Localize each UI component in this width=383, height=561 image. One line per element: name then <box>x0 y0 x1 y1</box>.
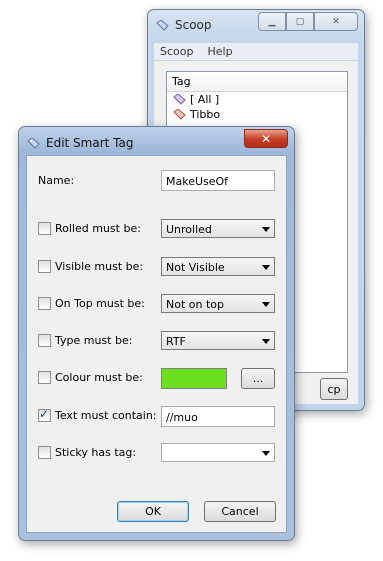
sticky-select[interactable] <box>161 443 275 462</box>
visible-row: Visible must be: Not Visible <box>27 257 286 279</box>
type-value: RTF <box>166 335 186 348</box>
colour-label: Colour must be: <box>55 371 143 384</box>
ok-button[interactable]: OK <box>117 501 189 522</box>
scoop-menubar: Scoop Help <box>154 43 358 60</box>
visible-checkbox[interactable] <box>38 260 51 273</box>
colour-picker-button[interactable]: ... <box>241 368 275 389</box>
chevron-down-icon <box>262 227 270 232</box>
type-checkbox[interactable] <box>38 334 51 347</box>
visible-label: Visible must be: <box>55 260 144 273</box>
tag-icon <box>173 94 186 105</box>
ontop-label: On Top must be: <box>55 297 145 310</box>
text-value: //muo <box>166 411 198 424</box>
text-checkbox[interactable] <box>38 407 51 422</box>
list-item[interactable]: Tibbo <box>167 107 347 122</box>
cp-button[interactable]: cp <box>320 378 348 400</box>
colour-row: Colour must be: ... <box>27 368 286 390</box>
sticky-row: Sticky has tag: <box>27 443 286 465</box>
text-row: Text must contain: //muo <box>27 406 286 428</box>
rolled-label: Rolled must be: <box>55 222 141 235</box>
scoop-caption-buttons: ▁ ▢ ✕ <box>258 12 358 31</box>
dialog-body: Name: MakeUseOf Rolled must be: Unrolled… <box>26 155 287 533</box>
maximize-button[interactable]: ▢ <box>286 12 314 31</box>
minimize-button[interactable]: ▁ <box>258 12 286 31</box>
type-label: Type must be: <box>55 334 133 347</box>
type-select[interactable]: RTF <box>161 331 275 350</box>
rolled-value: Unrolled <box>166 223 212 236</box>
tag-icon <box>27 137 40 149</box>
ontop-row: On Top must be: Not on top <box>27 294 286 316</box>
list-item[interactable]: [ All ] <box>167 92 347 107</box>
name-field[interactable]: MakeUseOf <box>161 170 275 191</box>
list-item-label: Tibbo <box>190 108 221 121</box>
ontop-value: Not on top <box>166 298 224 311</box>
scoop-close-button[interactable]: ✕ <box>314 12 358 31</box>
scoop-title: Scoop <box>175 18 212 32</box>
menu-scoop[interactable]: Scoop <box>160 45 193 58</box>
dialog-titlebar: Edit Smart Tag <box>27 133 133 153</box>
menu-help[interactable]: Help <box>207 45 232 58</box>
chevron-down-icon <box>262 451 270 456</box>
dialog-title: Edit Smart Tag <box>46 136 134 150</box>
edit-smart-tag-dialog: Edit Smart Tag ✕ Name: MakeUseOf Rolled … <box>18 126 295 541</box>
tag-icon <box>173 109 186 120</box>
text-label: Text must contain: <box>55 409 157 422</box>
rolled-select[interactable]: Unrolled <box>161 219 275 238</box>
scoop-titlebar: Scoop <box>156 16 212 34</box>
visible-select[interactable]: Not Visible <box>161 257 275 276</box>
rolled-checkbox[interactable] <box>38 222 51 235</box>
colour-swatch[interactable] <box>161 368 227 389</box>
text-field[interactable]: //muo <box>161 406 275 427</box>
ontop-select[interactable]: Not on top <box>161 294 275 313</box>
sticky-label: Sticky has tag: <box>55 446 137 459</box>
name-label: Name: <box>38 174 75 187</box>
dialog-close-button[interactable]: ✕ <box>244 129 288 148</box>
rolled-row: Rolled must be: Unrolled <box>27 219 286 241</box>
sticky-checkbox[interactable] <box>38 446 51 459</box>
name-value: MakeUseOf <box>166 175 229 188</box>
type-row: Type must be: RTF <box>27 331 286 353</box>
cancel-button[interactable]: Cancel <box>204 501 276 522</box>
chevron-down-icon <box>262 339 270 344</box>
chevron-down-icon <box>262 302 270 307</box>
ontop-checkbox[interactable] <box>38 297 51 310</box>
visible-value: Not Visible <box>166 261 225 274</box>
tag-column-header[interactable]: Tag <box>167 72 347 92</box>
name-row: Name: MakeUseOf <box>27 170 286 192</box>
chevron-down-icon <box>262 265 270 270</box>
list-item-label: [ All ] <box>190 93 220 106</box>
tag-icon <box>156 19 169 31</box>
colour-checkbox[interactable] <box>38 371 51 384</box>
